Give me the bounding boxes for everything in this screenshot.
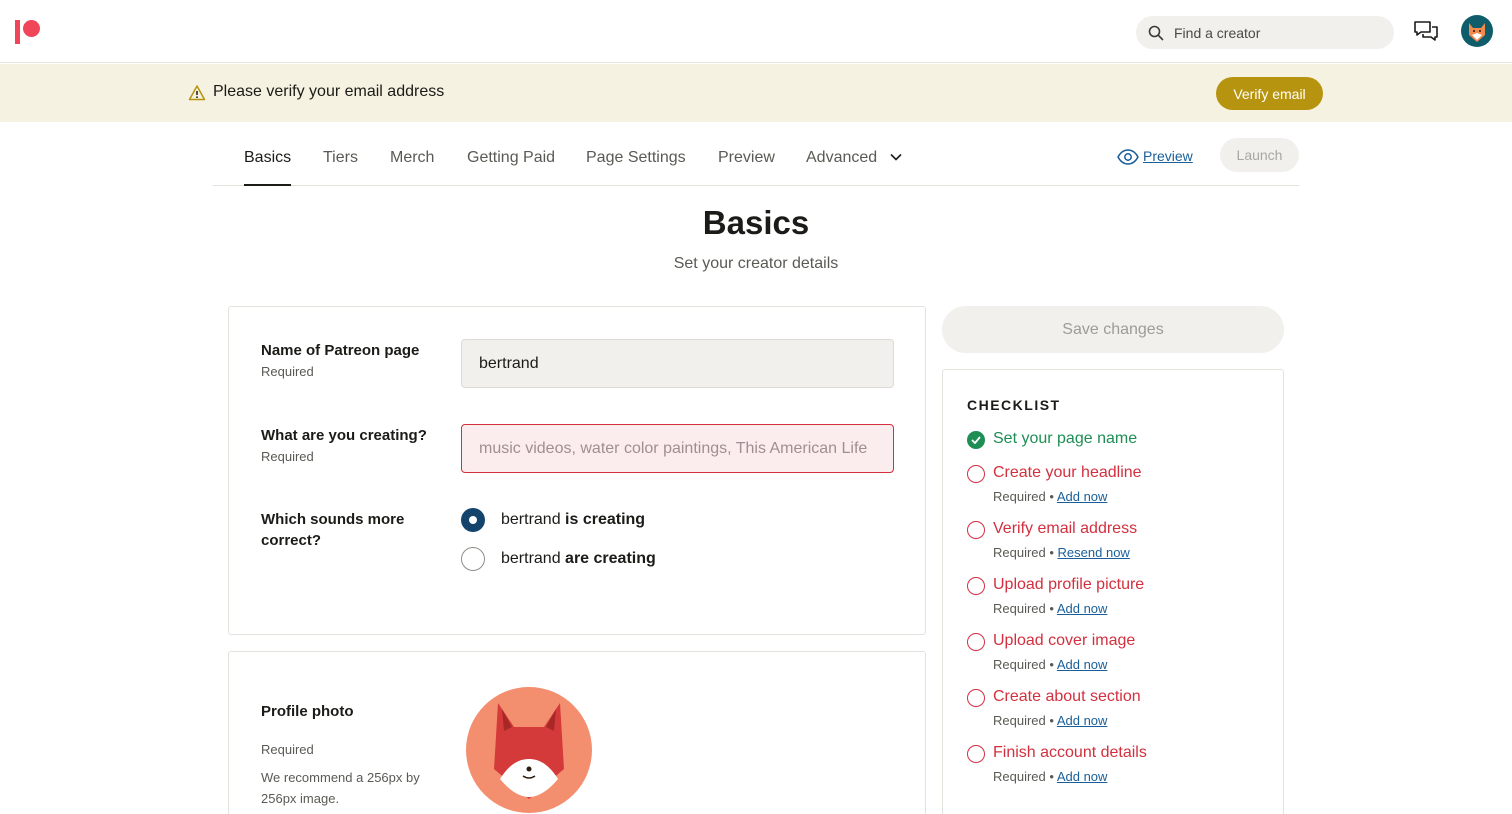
check-circle-icon: [967, 431, 985, 449]
tab-advanced[interactable]: Advanced: [806, 149, 877, 167]
search-input[interactable]: [1174, 16, 1384, 49]
add-now-link[interactable]: Add now: [1057, 657, 1108, 672]
add-now-link[interactable]: Add now: [1057, 769, 1108, 784]
name-required-note: Required: [261, 364, 314, 379]
tab-merch[interactable]: Merch: [390, 149, 434, 167]
checklist-item-sub: Required • Resend now: [993, 545, 1130, 560]
checklist-item-label: Upload profile picture: [993, 576, 1145, 593]
checklist-item-label: Create your headline: [993, 464, 1142, 481]
tab-preview[interactable]: Preview: [718, 149, 775, 167]
avatar[interactable]: [1461, 15, 1493, 47]
profile-required-note: Required: [261, 742, 314, 757]
checklist-item-label: Upload cover image: [993, 632, 1136, 649]
checklist-item-sub: Required • Add now: [993, 713, 1108, 728]
checklist-item-verify-email[interactable]: Verify email address Required • Resend n…: [967, 520, 1267, 570]
checklist-item-label: Set your page name: [993, 430, 1138, 447]
resend-now-link[interactable]: Resend now: [1058, 545, 1130, 560]
fox-illustration-icon: [494, 703, 564, 799]
checklist-item-profile-picture[interactable]: Upload profile picture Required • Add no…: [967, 576, 1267, 626]
search-icon: [1148, 25, 1164, 41]
checklist-item-sub: Required • Add now: [993, 601, 1108, 616]
basics-form-card: Name of Patreon page Required What are y…: [228, 306, 926, 635]
profile-hint-line1: We recommend a 256px by: [261, 770, 420, 785]
empty-circle-icon: [967, 689, 985, 707]
sounds-field-label-line2: correct?: [261, 532, 322, 549]
chevron-down-icon[interactable]: [890, 152, 902, 162]
fox-avatar-icon: [1469, 23, 1485, 42]
empty-circle-icon: [967, 521, 985, 539]
creating-input[interactable]: [461, 424, 894, 473]
checklist-item-sub: Required • Add now: [993, 769, 1108, 784]
page-subtitle: Set your creator details: [673, 255, 839, 272]
radio-are-creating[interactable]: [461, 547, 485, 571]
page-title: Basics: [702, 204, 810, 241]
profile-photo[interactable]: [466, 687, 592, 813]
search-box[interactable]: [1136, 16, 1394, 49]
checklist-item-headline[interactable]: Create your headline Required • Add now: [967, 464, 1267, 514]
empty-circle-icon: [967, 745, 985, 763]
name-field-label: Name of Patreon page: [261, 342, 420, 359]
launch-button[interactable]: Launch: [1220, 138, 1299, 172]
top-bar: [0, 0, 1512, 63]
checklist-item-cover-image[interactable]: Upload cover image Required • Add now: [967, 632, 1267, 682]
empty-circle-icon: [967, 577, 985, 595]
radio-is-creating[interactable]: [461, 508, 485, 532]
banner-message: Please verify your email address: [213, 83, 445, 100]
save-changes-button[interactable]: Save changes: [942, 306, 1284, 353]
radio-option2-verb: are creating: [565, 550, 656, 567]
sounds-field-label-line1: Which sounds more: [261, 511, 405, 528]
add-now-link[interactable]: Add now: [1057, 601, 1108, 616]
profile-hint-line2: 256px image.: [261, 791, 340, 806]
profile-photo-label: Profile photo: [261, 703, 354, 720]
tab-getting-paid[interactable]: Getting Paid: [467, 149, 555, 167]
checklist-item-label: Create about section: [993, 688, 1141, 705]
checklist-item-sub: Required • Add now: [993, 489, 1108, 504]
active-tab-indicator: [244, 184, 291, 186]
creating-required-note: Required: [261, 449, 314, 464]
checklist-item-label: Finish account details: [993, 744, 1147, 761]
tab-basics[interactable]: Basics: [244, 149, 291, 167]
profile-photo-card: Profile photo Required We recommend a 25…: [228, 651, 926, 814]
settings-tabs: Basics Tiers Merch Getting Paid Page Set…: [213, 122, 1299, 186]
add-now-link[interactable]: Add now: [1057, 713, 1108, 728]
preview-link-label[interactable]: Preview: [1143, 148, 1193, 164]
empty-circle-icon: [967, 633, 985, 651]
add-now-link[interactable]: Add now: [1057, 489, 1108, 504]
tab-tiers[interactable]: Tiers: [323, 149, 358, 167]
eye-icon: [1117, 149, 1139, 165]
verify-email-button[interactable]: Verify email: [1216, 77, 1323, 110]
radio-is-creating-label[interactable]: bertrand is creating: [501, 511, 645, 529]
patreon-logo-icon[interactable]: [15, 20, 41, 44]
radio-are-creating-label[interactable]: bertrand are creating: [501, 550, 656, 568]
radio-option2-name: bertrand: [501, 550, 561, 567]
radio-option1-verb: is creating: [565, 511, 646, 528]
empty-circle-icon: [967, 465, 985, 483]
checklist-item-account-details[interactable]: Finish account details Required • Add no…: [967, 744, 1267, 794]
chat-icon[interactable]: [1413, 20, 1439, 44]
verify-email-banner: Please verify your email address Verify …: [0, 64, 1512, 122]
checklist-title: CHECKLIST: [967, 397, 1061, 413]
page-name-input[interactable]: [461, 339, 894, 388]
checklist-item-sub: Required • Add now: [993, 657, 1108, 672]
tab-page-settings[interactable]: Page Settings: [586, 149, 686, 167]
checklist-item-label: Verify email address: [993, 520, 1138, 537]
warning-icon: [188, 85, 206, 101]
checklist-item-about-section[interactable]: Create about section Required • Add now: [967, 688, 1267, 738]
checklist-panel: CHECKLIST Set your page name Create your…: [942, 369, 1284, 814]
creating-field-label: What are you creating?: [261, 427, 427, 444]
radio-option1-name: bertrand: [501, 511, 561, 528]
